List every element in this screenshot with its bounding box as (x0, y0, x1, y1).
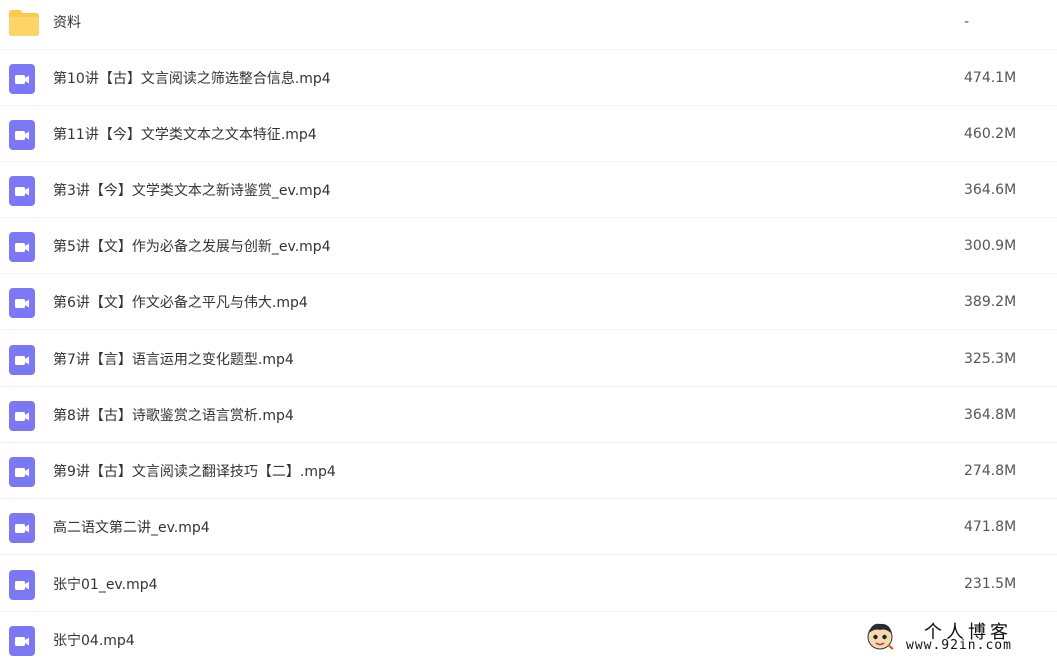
file-name: 第3讲【今】文学类文本之新诗鉴赏_ev.mp4 (53, 182, 331, 199)
file-row[interactable]: 第11讲【今】文学类文本之文本特征.mp4 460.2M (0, 106, 1057, 162)
file-size: 364.8M (964, 406, 1017, 423)
file-size: 325.3M (964, 350, 1017, 367)
file-name: 第11讲【今】文学类文本之文本特征.mp4 (53, 126, 317, 143)
file-row[interactable]: 第10讲【古】文言阅读之筛选整合信息.mp4 474.1M (0, 50, 1057, 106)
file-name: 第6讲【文】作文必备之平凡与伟大.mp4 (53, 294, 308, 311)
watermark-url: www.92in.com (906, 638, 1012, 653)
mascot-icon (864, 620, 896, 652)
video-file-icon (8, 175, 36, 206)
file-name: 第7讲【言】语言运用之变化题型.mp4 (53, 351, 294, 368)
file-row[interactable]: 高二语文第二讲_ev.mp4 471.8M (0, 499, 1057, 555)
video-file-icon (8, 400, 36, 431)
file-size: 471.8M (964, 518, 1017, 535)
folder-icon (8, 7, 39, 37)
file-row[interactable]: 第8讲【古】诗歌鉴赏之语言赏析.mp4 364.8M (0, 387, 1057, 443)
video-file-icon (8, 231, 36, 262)
file-row[interactable]: 张宁01_ev.mp4 231.5M (0, 556, 1057, 612)
file-name: 第9讲【古】文言阅读之翻译技巧【二】.mp4 (53, 463, 336, 480)
file-name: 张宁01_ev.mp4 (53, 576, 158, 593)
file-row-folder[interactable]: 资料 - (0, 0, 1057, 50)
file-size: 364.6M (964, 181, 1017, 198)
file-size: - (964, 13, 970, 30)
file-name: 第8讲【古】诗歌鉴赏之语言赏析.mp4 (53, 407, 294, 424)
file-row[interactable]: 第6讲【文】作文必备之平凡与伟大.mp4 389.2M (0, 274, 1057, 330)
file-row[interactable]: 第7讲【言】语言运用之变化题型.mp4 325.3M (0, 331, 1057, 387)
watermark: 个人博客 www.92in.com (862, 616, 1057, 658)
file-size: 300.9M (964, 237, 1017, 254)
file-size: 389.2M (964, 293, 1017, 310)
video-file-icon (8, 569, 36, 600)
file-name: 第10讲【古】文言阅读之筛选整合信息.mp4 (53, 70, 331, 87)
file-size: 474.1M (964, 69, 1017, 86)
file-row[interactable]: 第5讲【文】作为必备之发展与创新_ev.mp4 300.9M (0, 218, 1057, 274)
file-name: 第5讲【文】作为必备之发展与创新_ev.mp4 (53, 238, 331, 255)
file-size: 274.8M (964, 462, 1017, 479)
video-file-icon (8, 456, 36, 487)
file-size: 231.5M (964, 575, 1017, 592)
file-name: 资料 (53, 14, 81, 31)
video-file-icon (8, 119, 36, 150)
video-file-icon (8, 625, 36, 656)
file-row[interactable]: 第3讲【今】文学类文本之新诗鉴赏_ev.mp4 364.6M (0, 162, 1057, 218)
video-file-icon (8, 344, 36, 375)
video-file-icon (8, 512, 36, 543)
file-row[interactable]: 第9讲【古】文言阅读之翻译技巧【二】.mp4 274.8M (0, 443, 1057, 499)
file-name: 高二语文第二讲_ev.mp4 (53, 519, 210, 536)
video-file-icon (8, 287, 36, 318)
file-name: 张宁04.mp4 (53, 633, 135, 649)
file-size: 460.2M (964, 125, 1017, 142)
video-file-icon (8, 63, 36, 94)
